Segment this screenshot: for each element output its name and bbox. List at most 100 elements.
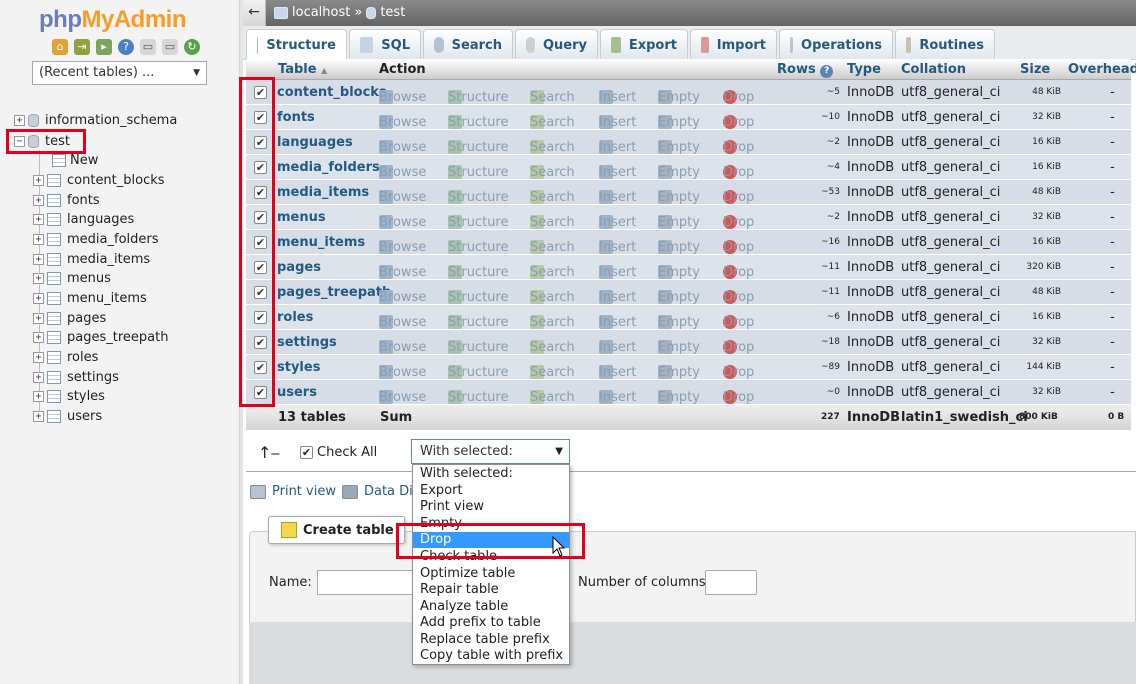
table-name-link[interactable]: settings [277, 335, 337, 350]
table-name[interactable]: menus [67, 271, 111, 286]
settings-icon[interactable]: ▭ [162, 39, 178, 55]
help-icon[interactable]: ? [118, 39, 134, 55]
tab-operations[interactable]: Operations [779, 29, 893, 60]
table-name-link[interactable]: media_items [277, 185, 369, 200]
expand-icon[interactable]: + [33, 371, 44, 383]
dropdown-option[interactable]: With selected: [413, 466, 569, 482]
reload-icon[interactable]: ↻ [184, 39, 200, 55]
expand-icon[interactable]: + [33, 410, 44, 422]
table-name[interactable]: pages [67, 311, 106, 326]
table-name-link[interactable]: styles [277, 360, 320, 375]
table-name-link[interactable]: media_folders [277, 160, 380, 175]
num-columns-input[interactable] [705, 570, 757, 595]
check-all-checkbox[interactable]: ✔ [300, 446, 313, 459]
with-selected-select[interactable]: With selected: ▼ [411, 439, 570, 464]
table-name-link[interactable]: menus [277, 210, 326, 225]
tab-search[interactable]: Search [423, 29, 513, 60]
col-table[interactable]: Table ▲ [278, 62, 327, 77]
collapse-nav-button[interactable]: ← [243, 0, 266, 26]
tree-table[interactable]: + users [33, 406, 102, 426]
tab-sql[interactable]: SQL [349, 29, 421, 60]
col-collation[interactable]: Collation [901, 62, 966, 77]
sql-query-icon[interactable]: ▸ [96, 39, 112, 55]
col-type-label[interactable]: Type [847, 62, 881, 77]
expand-icon[interactable]: + [33, 253, 44, 265]
expand-icon[interactable]: + [33, 174, 44, 186]
col-table-label[interactable]: Table [278, 62, 317, 77]
table-name[interactable]: roles [67, 350, 98, 365]
tree-table[interactable]: + roles [33, 347, 98, 367]
tab-routines[interactable]: Routines [895, 29, 995, 60]
docs-icon[interactable]: ▭ [140, 39, 156, 55]
table-name-link[interactable]: content_blocks [277, 85, 387, 100]
table-name[interactable]: settings [67, 370, 119, 385]
tree-table[interactable]: + media_items [33, 249, 150, 269]
tree-table[interactable]: + menus [33, 268, 111, 288]
tree-table[interactable]: + styles [33, 386, 105, 406]
table-name-link[interactable]: fonts [277, 110, 315, 125]
tree-db-information-schema[interactable]: + information_schema [14, 110, 177, 130]
table-name-link[interactable]: pages [277, 260, 321, 275]
col-size[interactable]: Size [1020, 62, 1050, 77]
home-icon[interactable]: ⌂ [52, 39, 68, 55]
expand-icon[interactable]: + [14, 114, 25, 126]
tab-import[interactable]: Import [690, 29, 777, 60]
col-type[interactable]: Type [847, 62, 881, 77]
expand-icon[interactable]: + [33, 351, 44, 363]
dropdown-option[interactable]: Analyze table [413, 599, 569, 615]
dropdown-option[interactable]: Copy table with prefix [413, 648, 569, 664]
dropdown-option[interactable]: Replace table prefix [413, 632, 569, 648]
tab-export[interactable]: Export [600, 29, 688, 60]
table-name[interactable]: languages [67, 212, 134, 227]
expand-icon[interactable]: + [33, 213, 44, 225]
expand-icon[interactable]: + [33, 292, 44, 304]
table-name[interactable]: users [67, 409, 102, 424]
expand-icon[interactable]: + [33, 233, 44, 245]
col-overhead[interactable]: Overhead [1068, 62, 1136, 77]
tab-query[interactable]: Query [515, 29, 598, 60]
breadcrumb-server[interactable]: localhost [292, 5, 350, 20]
table-name-input[interactable] [317, 570, 417, 595]
table-name-link[interactable]: languages [277, 135, 353, 150]
check-all-label[interactable]: Check All [317, 445, 377, 460]
table-name[interactable]: content_blocks [67, 173, 165, 188]
tree-table[interactable]: + pages [33, 308, 106, 328]
expand-icon[interactable]: + [33, 194, 44, 206]
table-name-link[interactable]: pages_treepath [277, 285, 391, 300]
expand-icon[interactable]: + [33, 272, 44, 284]
col-overhead-label[interactable]: Overhead [1068, 62, 1136, 77]
tree-table[interactable]: + menu_items [33, 288, 147, 308]
tree-new-table[interactable]: New [52, 150, 98, 170]
table-name-link[interactable]: menu_items [277, 235, 365, 250]
logout-icon[interactable]: ⇥ [74, 39, 90, 55]
col-size-label[interactable]: Size [1020, 62, 1050, 77]
dropdown-option[interactable]: Optimize table [413, 566, 569, 582]
tree-table[interactable]: + fonts [33, 190, 100, 210]
table-name[interactable]: fonts [67, 193, 100, 208]
recent-tables-select[interactable]: (Recent tables) ... ▼ [32, 61, 207, 85]
db-name[interactable]: information_schema [45, 113, 177, 128]
tab-structure[interactable]: Structure [246, 29, 347, 61]
table-name[interactable]: styles [67, 389, 105, 404]
table-name[interactable]: media_items [67, 252, 150, 267]
dropdown-option[interactable]: Export [413, 483, 569, 499]
check-all[interactable]: ✔ Check All [300, 445, 377, 460]
tree-table[interactable]: + content_blocks [33, 170, 165, 190]
table-name-link[interactable]: users [277, 385, 317, 400]
col-rows[interactable]: Rows ? [777, 62, 834, 78]
tree-table[interactable]: + settings [33, 367, 119, 387]
table-name[interactable]: menu_items [67, 291, 147, 306]
tree-table[interactable]: + media_folders [33, 229, 159, 249]
expand-icon[interactable]: + [33, 331, 44, 343]
col-collation-label[interactable]: Collation [901, 62, 966, 77]
tree-table[interactable]: + pages_treepath [33, 327, 168, 347]
help-icon[interactable]: ? [820, 65, 834, 78]
new-label[interactable]: New [70, 153, 98, 168]
tree-table[interactable]: + languages [33, 209, 134, 229]
dropdown-option[interactable]: Print view [413, 499, 569, 515]
expand-icon[interactable]: + [33, 390, 44, 402]
breadcrumb-database[interactable]: test [380, 5, 405, 20]
col-rows-label[interactable]: Rows [777, 62, 816, 77]
table-name[interactable]: pages_treepath [67, 330, 168, 345]
dropdown-option[interactable]: Repair table [413, 582, 569, 598]
